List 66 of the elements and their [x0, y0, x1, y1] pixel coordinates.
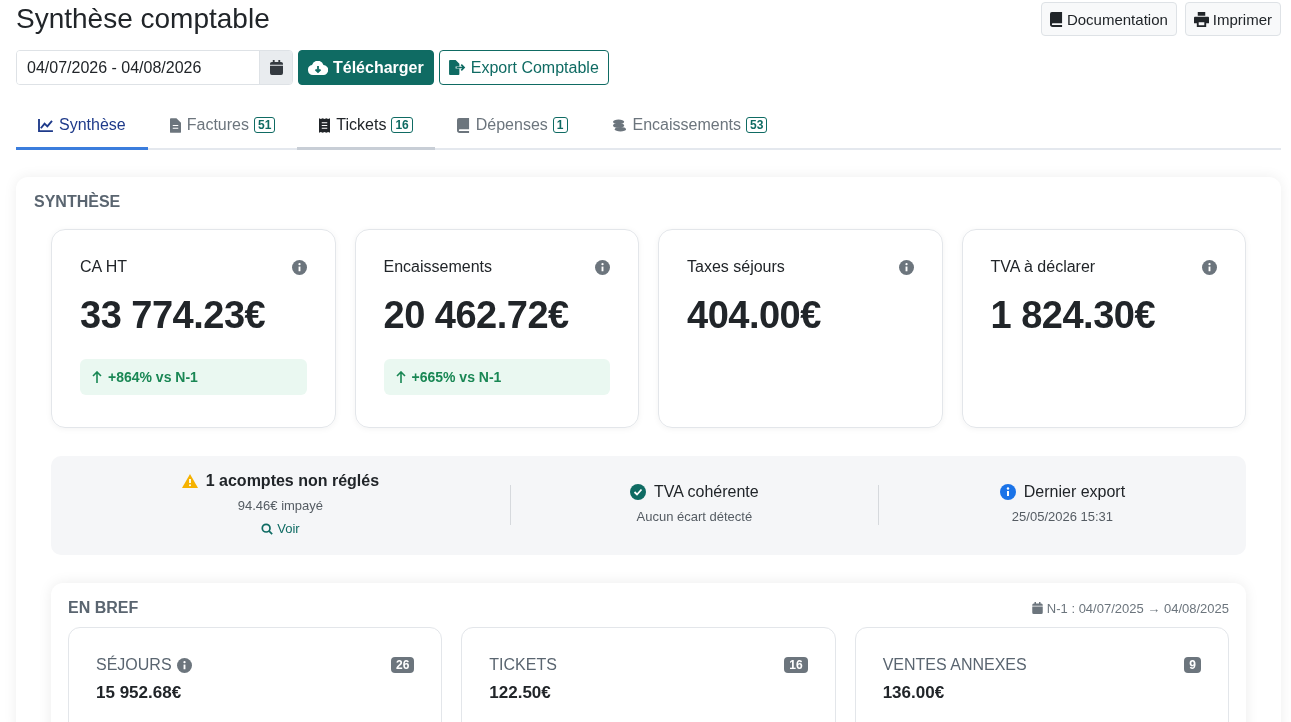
warning-icon	[181, 474, 198, 488]
section-title: SYNTHÈSE	[34, 193, 122, 211]
trend-text: +665% vs N-1	[411, 369, 502, 385]
date-range-field[interactable]: 04/07/2026 - 04/08/2026	[16, 50, 293, 85]
count-badge: 26	[390, 657, 415, 673]
tab[interactable]: Synthèse	[16, 103, 148, 150]
file-export-icon	[448, 60, 466, 75]
info-icon	[1202, 259, 1217, 275]
kpi-value: 20 462.72€	[383, 294, 570, 337]
card-value: 122.50€	[489, 683, 552, 703]
trend-text: +864% vs N-1	[108, 369, 198, 385]
coins-icon	[611, 118, 627, 132]
alert-detail: 25/05/2026 15:31	[1011, 509, 1114, 524]
card-label: SÉJOURS	[96, 656, 172, 674]
kpi-label: Taxes séjours	[687, 258, 785, 276]
count-badge: 1	[552, 117, 568, 133]
print-icon	[1193, 11, 1209, 27]
alert-title: TVA cohérente	[654, 483, 759, 501]
count-badge: 53	[746, 117, 768, 133]
book-icon	[1049, 11, 1063, 27]
info-icon	[595, 259, 610, 275]
search-icon	[261, 522, 274, 535]
page-title: Synthèse comptable	[16, 2, 270, 36]
kpi-label: CA HT	[80, 258, 128, 276]
alert-detail: Aucun écart détecté	[636, 509, 753, 524]
kpi-value: 1 824.30€	[990, 294, 1157, 337]
calendar-icon[interactable]	[259, 51, 292, 84]
receipt-icon	[319, 117, 331, 133]
info-icon	[291, 259, 307, 275]
cloud-download-icon	[308, 60, 328, 75]
kpi-value: 33 774.23€	[80, 294, 267, 337]
count-badge: 16	[784, 657, 808, 673]
section-title: EN BREF	[68, 599, 139, 617]
view-link[interactable]: Voir	[261, 521, 300, 536]
card-value: 136.00€	[882, 683, 946, 703]
info-icon	[898, 259, 914, 275]
tab[interactable]: Factures 51	[147, 103, 298, 150]
info-icon	[176, 657, 192, 673]
kpi-label: Encaissements	[383, 258, 492, 276]
check-circle-icon	[630, 484, 647, 500]
alert-detail: 94.46€ impayé	[237, 498, 324, 513]
tab[interactable]: Tickets 16	[297, 103, 435, 150]
export-button[interactable]: Export Comptable	[438, 50, 609, 85]
download-button[interactable]: Télécharger	[298, 50, 434, 85]
kpi-value: 404.00€	[687, 294, 822, 337]
alert-title: Dernier export	[1023, 483, 1126, 501]
card-label: TICKETS	[489, 656, 557, 674]
line-chart-icon	[38, 118, 53, 132]
kpi-label: TVA à déclarer	[990, 258, 1096, 276]
info-icon	[999, 484, 1016, 500]
count-badge: 51	[253, 117, 276, 133]
documentation-button[interactable]: Documentation	[1040, 2, 1177, 36]
comparison-period: N-1 : 04/07/2025 → 04/08/2025	[1046, 600, 1229, 616]
calendar-icon	[1031, 602, 1043, 614]
book-icon	[456, 117, 470, 133]
print-button[interactable]: Imprimer	[1184, 2, 1281, 36]
card-value: 15 952.68€	[96, 683, 183, 703]
count-badge: 16	[391, 117, 413, 133]
arrow-up-icon	[92, 371, 102, 383]
tab[interactable]: Encaissements 53	[589, 103, 790, 150]
document-icon	[169, 117, 181, 133]
count-badge: 9	[1184, 657, 1201, 673]
alert-title: 1 acomptes non réglés	[205, 472, 380, 490]
arrow-up-icon	[395, 371, 406, 383]
tab[interactable]: Dépenses 1	[434, 103, 590, 150]
card-label: VENTES ANNEXES	[882, 656, 1027, 674]
